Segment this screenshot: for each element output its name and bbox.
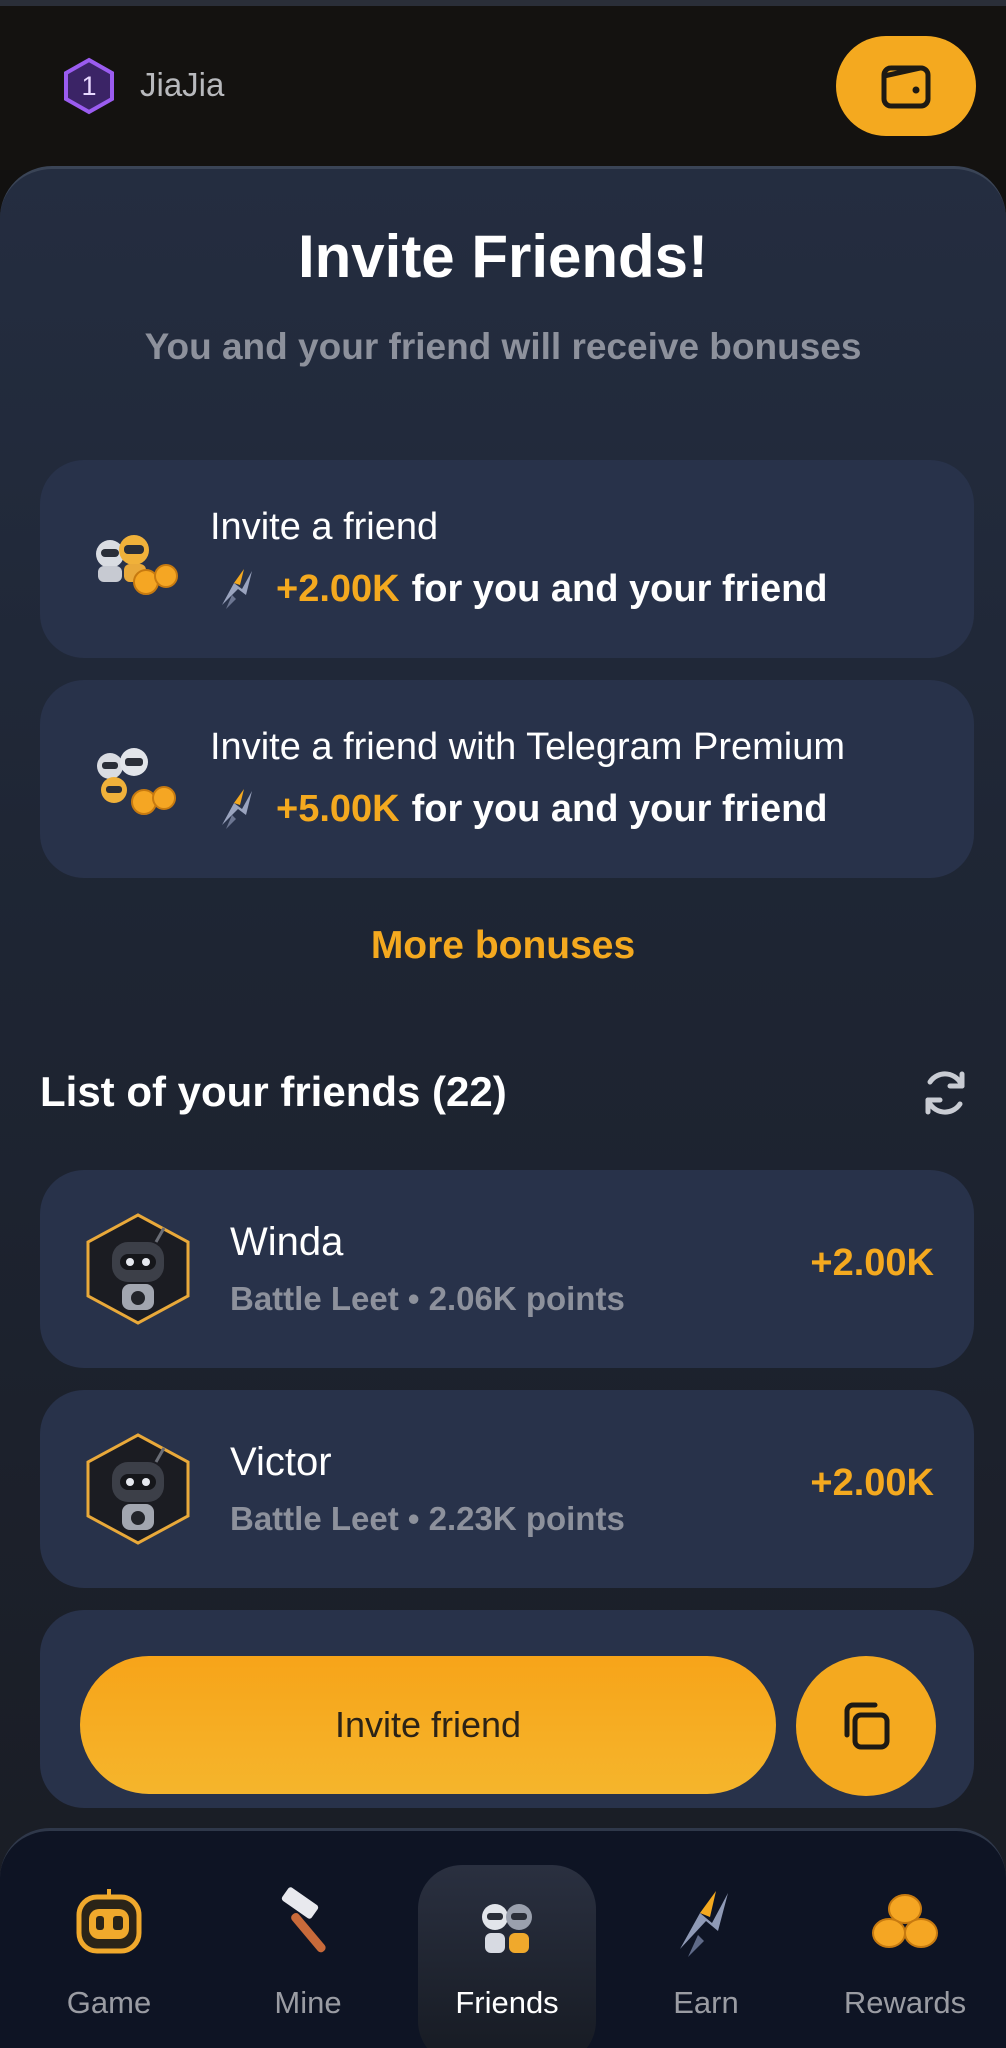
bolt-icon: [680, 1891, 728, 1957]
friend-reward: +2.00K: [810, 1462, 934, 1504]
invite-card[interactable]: Invite a friend +2.00K for you and your …: [40, 460, 974, 658]
top-divider: [0, 0, 1006, 6]
nav-label: Earn: [673, 1985, 739, 2020]
username[interactable]: JiaJia: [140, 66, 224, 104]
nav-label: Rewards: [843, 1985, 967, 2020]
robot-avatar-icon: [86, 1433, 190, 1545]
friend-row[interactable]: Victor Battle Leet • 2.23K points +2.00K: [40, 1390, 974, 1588]
robot-avatar-icon: [86, 1213, 190, 1325]
copy-icon: [844, 1702, 890, 1750]
friend-meta: Battle Leet • 2.23K points: [230, 1500, 625, 1537]
level-number: 1: [81, 70, 97, 101]
nav-mine[interactable]: Mine: [218, 1831, 398, 2048]
level-badge[interactable]: 1: [60, 57, 118, 115]
invite-card-title: Invite a friend with Telegram Premium: [210, 726, 845, 768]
robots-coins-icon: [96, 535, 178, 595]
coins-icon: [872, 1894, 938, 1948]
hammer-icon: [281, 1887, 326, 1953]
more-bonuses-link[interactable]: More bonuses: [0, 924, 1006, 968]
invite-card-title: Invite a friend: [210, 506, 439, 548]
top-bar: 1 JiaJia: [0, 0, 1006, 170]
nav-label: Game: [66, 1985, 152, 2020]
robots-coins-icon: [97, 748, 176, 815]
wallet-icon: [881, 65, 931, 109]
nav-rewards[interactable]: Rewards: [815, 1831, 995, 2048]
bonus-description: for you and your friend: [411, 787, 828, 830]
bolt-icon: [222, 569, 252, 609]
nav-game[interactable]: Game: [19, 1831, 199, 2048]
invite-premium-card[interactable]: Invite a friend with Telegram Premium +5…: [40, 680, 974, 878]
friend-meta: Battle Leet • 2.06K points: [230, 1280, 625, 1317]
bonus-amount: +5.00K: [276, 787, 400, 830]
copy-link-button[interactable]: [796, 1656, 936, 1796]
friend-row[interactable]: Winda Battle Leet • 2.06K points +2.00K: [40, 1170, 974, 1368]
nav-earn[interactable]: Earn: [616, 1831, 796, 2048]
nav-friends[interactable]: Friends: [418, 1865, 596, 2048]
bolt-icon: [222, 789, 252, 829]
game-icon: [76, 1889, 142, 1954]
nav-label: Mine: [274, 1985, 342, 2020]
refresh-icon[interactable]: [918, 1066, 972, 1120]
invite-card-bonus: +5.00K for you and your friend: [212, 784, 828, 834]
wallet-button[interactable]: [836, 36, 976, 136]
friends-list-title: List of your friends (22): [40, 1068, 507, 1115]
bonus-description: for you and your friend: [411, 567, 828, 610]
invite-card-bonus: +2.00K for you and your friend: [212, 564, 828, 614]
friend-reward: +2.00K: [810, 1242, 934, 1284]
bonus-amount: +2.00K: [276, 567, 400, 610]
friend-name: Victor: [230, 1440, 332, 1484]
robots-icon: [482, 1904, 532, 1953]
page-subtitle: You and your friend will receive bonuses: [144, 326, 862, 367]
invite-friend-button[interactable]: Invite friend: [80, 1656, 776, 1794]
page-title: Invite Friends!: [297, 223, 709, 290]
bottom-nav: Game Mine Friends Earn Rewards: [0, 1828, 1006, 2048]
nav-label: Friends: [455, 1985, 559, 2020]
friend-name: Winda: [230, 1220, 344, 1264]
